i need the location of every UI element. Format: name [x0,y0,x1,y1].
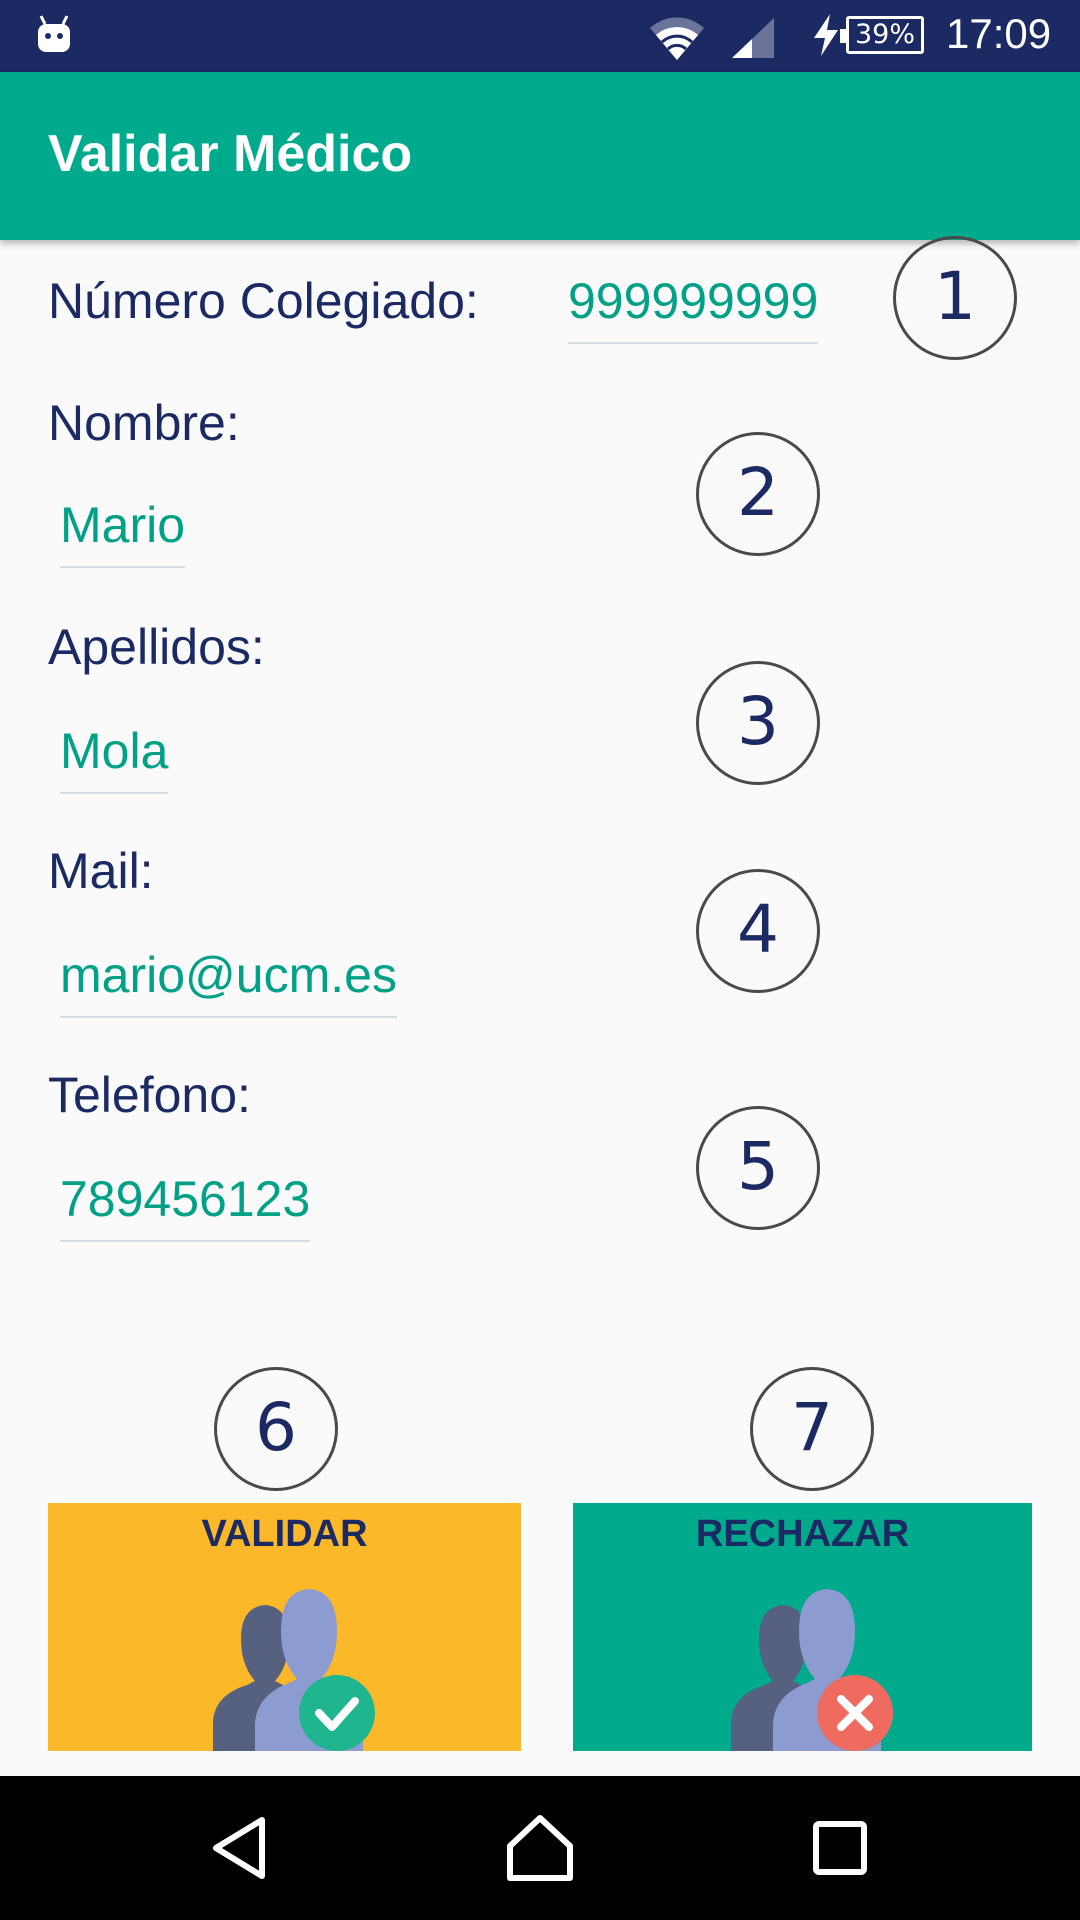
rechazar-button[interactable]: RECHAZAR [573,1503,1032,1751]
annotation-7: 7 [750,1367,874,1491]
annotation-4: 4 [696,869,820,993]
validar-button[interactable]: VALIDAR [48,1503,521,1751]
rechazar-button-label: RECHAZAR [695,1513,910,1555]
page-title: Validar Médico [48,125,413,183]
recents-icon[interactable] [804,1812,876,1884]
annotation-2: 2 [696,432,820,556]
back-icon[interactable] [204,1812,276,1884]
signal-icon [732,18,774,58]
users-reject-icon [730,1589,893,1751]
mail-field[interactable]: mario@ucm.es [60,946,397,1018]
apellidos-field[interactable]: Mola [60,722,169,794]
users-check-icon [212,1589,375,1751]
app-bar: Validar Médico [0,72,1080,240]
apellidos-label: Apellidos: [48,619,265,675]
annotation-5: 5 [696,1106,820,1230]
home-icon[interactable] [504,1812,576,1884]
mail-label: Mail: [48,843,154,899]
nombre-label: Nombre: [48,395,240,451]
battery-icon: 39% [840,16,924,54]
colegiado-field[interactable]: 999999999 [568,272,819,344]
telefono-label: Telefono: [48,1067,251,1123]
status-time: 17:09 [946,10,1052,57]
nombre-field[interactable]: Mario [60,496,186,568]
validar-button-label: VALIDAR [201,1513,368,1555]
colegiado-label: Número Colegiado: [48,273,479,329]
wifi-icon [650,17,704,60]
android-notification-icon [38,15,70,52]
annotation-3: 3 [696,661,820,785]
telefono-field[interactable]: 789456123 [60,1170,311,1242]
navigation-bar [0,1776,1080,1920]
annotation-6: 6 [214,1367,338,1491]
status-bar: 39% 17:09 [0,0,1080,72]
annotation-1: 1 [893,236,1017,360]
charging-icon [814,14,838,56]
